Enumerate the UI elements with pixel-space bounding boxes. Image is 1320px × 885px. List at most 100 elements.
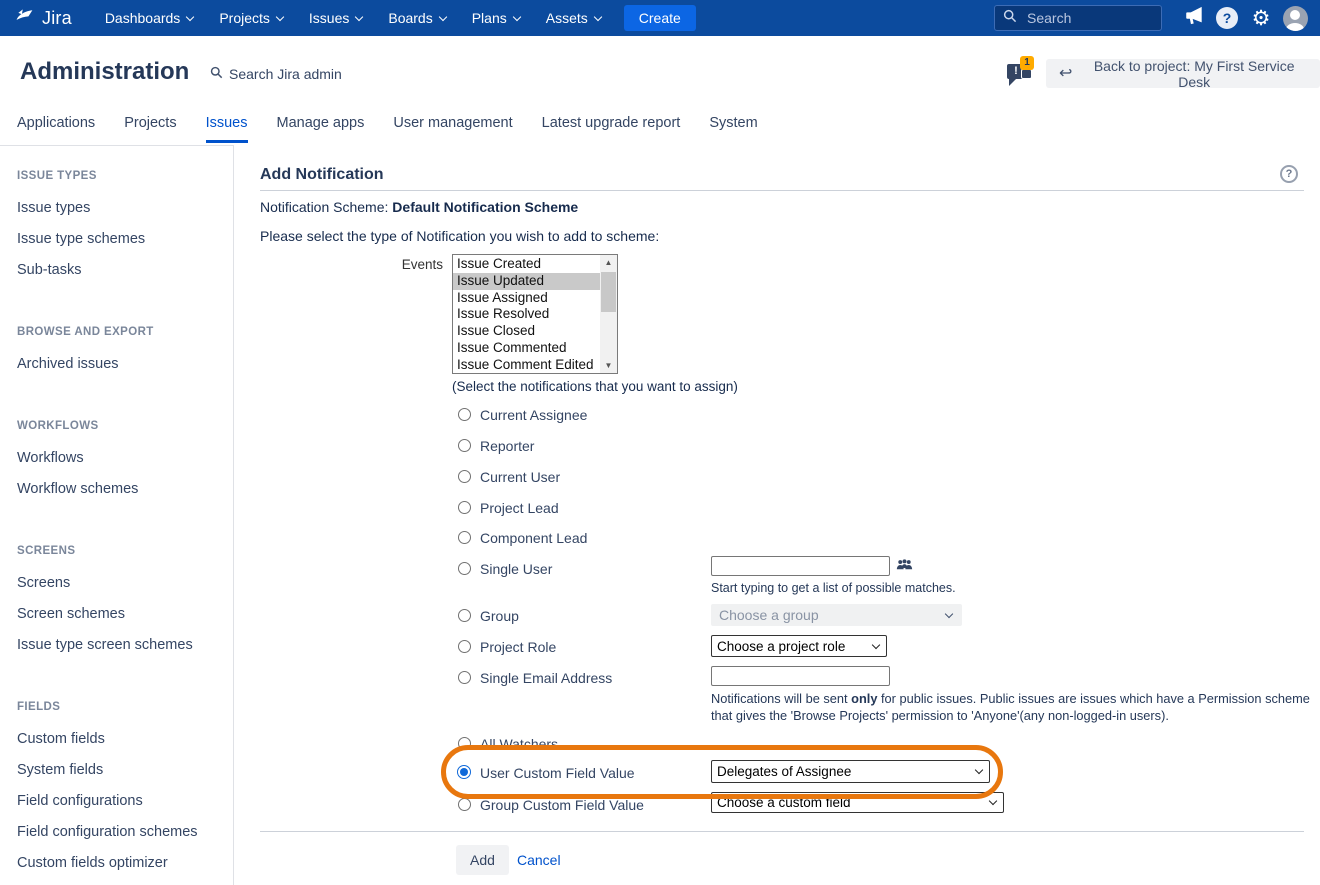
radio-current-user[interactable] — [458, 470, 471, 483]
chevron-down-icon — [975, 766, 983, 774]
sidebar-item-archived-issues[interactable]: Archived issues — [17, 348, 233, 379]
jira-logo-text: Jira — [42, 8, 72, 29]
tab-applications[interactable]: Applications — [17, 115, 95, 143]
events-label: Events — [370, 257, 443, 272]
sidebar-item-workflows[interactable]: Workflows — [17, 442, 233, 473]
jira-admin-page: Jira Dashboards Projects Issues Boards P… — [0, 0, 1320, 885]
global-search-input[interactable] — [1025, 9, 1135, 27]
sidebar-item-custom-fields[interactable]: Custom fields — [17, 723, 233, 754]
listbox-scrollbar[interactable]: ▲ ▼ — [600, 255, 617, 373]
label-user-custom-field-value: User Custom Field Value — [480, 765, 635, 781]
scheme-name: Default Notification Scheme — [392, 199, 578, 215]
user-picker-icon[interactable] — [896, 558, 913, 577]
create-button[interactable]: Create — [624, 5, 696, 31]
jira-logo-icon — [14, 5, 35, 31]
radio-group[interactable] — [458, 609, 471, 622]
tab-latest-upgrade-report[interactable]: Latest upgrade report — [542, 115, 681, 143]
top-navigation-bar: Jira Dashboards Projects Issues Boards P… — [0, 0, 1320, 36]
radio-single-user[interactable] — [458, 562, 471, 575]
tab-user-management[interactable]: User management — [393, 115, 512, 143]
cancel-link[interactable]: Cancel — [517, 852, 561, 868]
sidebar-item-issue-type-schemes[interactable]: Issue type schemes — [17, 223, 233, 254]
menu-plans[interactable]: Plans — [459, 0, 533, 36]
profile-button[interactable] — [1278, 0, 1312, 36]
sidebar-item-screens[interactable]: Screens — [17, 567, 233, 598]
project-role-select[interactable]: Choose a project role — [711, 635, 887, 657]
admin-search[interactable]: Search Jira admin — [210, 66, 342, 82]
gear-icon: ⚙ — [1252, 8, 1271, 29]
single-email-input[interactable] — [711, 666, 890, 686]
radio-single-email-address[interactable] — [458, 671, 471, 684]
feedback-notification-button[interactable]: ! 1 — [1007, 58, 1039, 88]
admin-sidebar: ISSUE TYPES Issue types Issue type schem… — [0, 145, 234, 885]
label-single-email-address: Single Email Address — [480, 670, 612, 686]
back-to-project-button[interactable]: ↩ Back to project: My First Service Desk — [1046, 59, 1320, 88]
avatar — [1283, 6, 1308, 31]
radio-all-watchers[interactable] — [458, 737, 471, 750]
user-custom-field-select[interactable]: Delegates of Assignee — [711, 760, 990, 783]
tab-manage-apps[interactable]: Manage apps — [277, 115, 365, 143]
sidebar-item-field-configurations[interactable]: Field configurations — [17, 785, 233, 816]
global-search[interactable] — [994, 5, 1162, 31]
label-single-user: Single User — [480, 561, 552, 577]
sidebar-item-field-configuration-schemes[interactable]: Field configuration schemes — [17, 816, 233, 847]
sidebar-section-fields: FIELDS Custom fields System fields Field… — [17, 701, 233, 878]
radio-user-custom-field-value[interactable] — [457, 765, 471, 779]
radio-component-lead[interactable] — [458, 531, 471, 544]
search-icon — [1003, 9, 1017, 28]
sidebar-item-issue-type-screen-schemes[interactable]: Issue type screen schemes — [17, 629, 233, 660]
tab-system[interactable]: System — [709, 115, 757, 143]
scrollbar-down-icon[interactable]: ▼ — [600, 358, 617, 373]
sidebar-item-system-fields[interactable]: System fields — [17, 754, 233, 785]
speech-bubble-small-icon — [1021, 69, 1032, 79]
radio-group-custom-field-value[interactable] — [458, 798, 471, 811]
sidebar-item-issue-types[interactable]: Issue types — [17, 192, 233, 223]
back-arrow-icon: ↩ — [1059, 66, 1072, 82]
page-title: Administration — [20, 58, 189, 86]
settings-button[interactable]: ⚙ — [1244, 0, 1278, 36]
radio-reporter[interactable] — [458, 439, 471, 452]
sidebar-item-screen-schemes[interactable]: Screen schemes — [17, 598, 233, 629]
chevron-down-icon — [438, 12, 446, 20]
label-reporter: Reporter — [480, 438, 534, 454]
radio-current-assignee[interactable] — [458, 408, 471, 421]
sidebar-item-custom-fields-optimizer[interactable]: Custom fields optimizer — [17, 847, 233, 878]
event-option[interactable]: Issue Comment Edited — [453, 357, 600, 373]
sidebar-section-screens: SCREENS Screens Screen schemes Issue typ… — [17, 545, 233, 660]
menu-dashboards[interactable]: Dashboards — [92, 0, 207, 36]
add-button[interactable]: Add — [456, 845, 509, 875]
events-listbox[interactable]: Issue Created Issue Updated Issue Assign… — [452, 254, 618, 374]
radio-project-role[interactable] — [458, 640, 471, 653]
email-note: Notifications will be sent only for publ… — [711, 690, 1312, 724]
announcements-button[interactable] — [1176, 0, 1210, 36]
label-group-custom-field-value: Group Custom Field Value — [480, 797, 644, 813]
event-option[interactable]: Issue Created — [453, 256, 600, 273]
section-title: Add Notification — [260, 166, 384, 184]
radio-project-lead[interactable] — [458, 501, 471, 514]
single-user-hint: Start typing to get a list of possible m… — [711, 581, 956, 595]
event-option[interactable]: Issue Resolved — [453, 306, 600, 323]
menu-projects[interactable]: Projects — [206, 0, 296, 36]
help-button[interactable]: ? — [1210, 0, 1244, 36]
event-option[interactable]: Issue Assigned — [453, 290, 600, 307]
tab-issues[interactable]: Issues — [206, 115, 248, 143]
section-help-icon[interactable]: ? — [1280, 165, 1298, 183]
event-option[interactable]: Issue Commented — [453, 340, 600, 357]
event-option[interactable]: Issue Closed — [453, 323, 600, 340]
menu-boards[interactable]: Boards — [375, 0, 458, 36]
jira-logo[interactable]: Jira — [14, 5, 72, 31]
label-current-user: Current User — [480, 469, 560, 485]
sidebar-item-sub-tasks[interactable]: Sub-tasks — [17, 254, 233, 285]
single-user-input[interactable] — [711, 556, 890, 576]
menu-assets[interactable]: Assets — [533, 0, 614, 36]
scrollbar-up-icon[interactable]: ▲ — [600, 255, 617, 270]
group-custom-field-select[interactable]: Choose a custom field — [711, 792, 1004, 813]
menu-issues[interactable]: Issues — [296, 0, 375, 36]
divider — [260, 831, 1304, 832]
event-option-selected[interactable]: Issue Updated — [453, 273, 600, 290]
tab-projects[interactable]: Projects — [124, 115, 176, 143]
project-role-select-value: Choose a project role — [717, 639, 845, 654]
group-select[interactable]: Choose a group — [711, 604, 962, 626]
scrollbar-thumb[interactable] — [601, 272, 616, 312]
sidebar-item-workflow-schemes[interactable]: Workflow schemes — [17, 473, 233, 504]
